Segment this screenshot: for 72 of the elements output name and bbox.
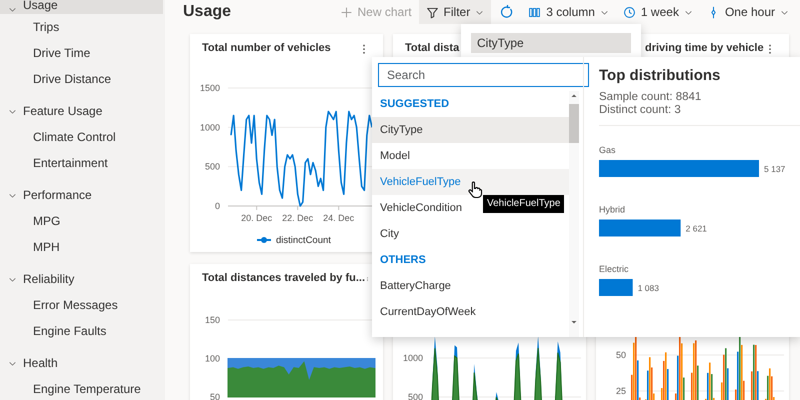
field-list-item[interactable]: BatteryCharge <box>372 273 451 299</box>
value-label: 1 083 <box>638 283 660 293</box>
filter-button[interactable]: Filter <box>418 0 492 24</box>
nav-group[interactable]: Reliability <box>0 266 163 292</box>
nav-group[interactable]: Performance <box>0 182 163 208</box>
field-name-tooltip: VehicleFuelType <box>483 195 564 213</box>
page-title: Usage <box>183 2 232 22</box>
axis-label: 50 <box>210 392 220 400</box>
field-list-item[interactable]: VehicleFuelType <box>372 169 569 195</box>
axis-label: 1500 <box>200 83 220 93</box>
scrollbar-thumb[interactable] <box>569 104 579 143</box>
dropdown-item[interactable]: CityType <box>471 33 631 53</box>
pointer-cursor-icon <box>466 181 483 198</box>
nav-item[interactable]: Climate Control <box>0 124 163 150</box>
nav-item[interactable]: Engine Faults <box>0 318 163 344</box>
category-label: Electric <box>599 264 629 274</box>
nav-item[interactable]: MPH <box>0 234 163 260</box>
field-list-item[interactable]: CityType <box>372 117 569 143</box>
scroll-up-icon <box>570 92 578 100</box>
axis-label: 20. Dec <box>241 213 272 223</box>
category-label: Hybrid <box>599 204 626 214</box>
axis-label: 1000 <box>402 353 423 363</box>
nav-group[interactable]: Feature Usage <box>0 98 163 124</box>
field-list-item[interactable]: CurrentDayOfWeek <box>372 299 476 325</box>
chart-title: driving time by vehicle <box>645 41 764 56</box>
field-list-item[interactable]: City <box>372 221 399 247</box>
axis-label: 25 <box>616 386 626 396</box>
axis-label: 50 <box>616 350 626 360</box>
axis-label: 100 <box>204 354 220 364</box>
section-header: OTHERS <box>379 252 427 268</box>
axis-label: 0 <box>214 201 220 211</box>
chart-title: Total distances traveled by fu... <box>202 271 366 286</box>
refresh-icon <box>498 4 514 20</box>
legend-label: distinctCount <box>276 235 331 246</box>
value-label: 5 137 <box>764 164 786 174</box>
nav-item[interactable]: Engine Temperature <box>0 376 163 400</box>
nav-item[interactable]: Entertainment <box>0 150 163 176</box>
legend-marker-icon <box>257 237 271 243</box>
category-label: Gas <box>599 145 616 155</box>
field-list-item[interactable]: VehicleCondition <box>372 195 462 221</box>
nav-item[interactable]: Drive Distance <box>0 66 163 92</box>
columns-icon <box>528 6 542 18</box>
bar <box>599 279 633 296</box>
plus-icon <box>340 6 353 18</box>
scroll-down-icon <box>570 318 578 326</box>
axis-label: 500 <box>408 392 423 400</box>
nav-item[interactable]: Drive Time <box>0 40 163 66</box>
sample-count: Sample count: 8841 <box>599 91 702 104</box>
chart-title: Total number of vehicles <box>202 41 331 56</box>
distinct-count: Distinct count: 3 <box>599 104 682 117</box>
panel-title: Top distributions <box>599 67 722 85</box>
nav-group[interactable]: Usage <box>0 0 163 14</box>
nav-group[interactable]: Health <box>0 350 163 376</box>
section-header: SUGGESTED <box>379 96 450 112</box>
axis-label: 1000 <box>200 122 220 132</box>
chart-title: Total dista <box>405 41 460 56</box>
time-range-button[interactable]: 1 week <box>616 0 700 24</box>
scrollbar[interactable] <box>569 91 579 337</box>
value-label: 2 621 <box>686 224 707 234</box>
search-field[interactable]: Search <box>378 63 589 87</box>
axis-label: 150 <box>204 315 220 325</box>
nav-item[interactable]: Error Messages <box>0 292 163 318</box>
filter-icon <box>426 6 439 18</box>
column-layout-button[interactable]: 3 column <box>521 0 616 24</box>
field-list-item[interactable]: Model <box>372 143 410 169</box>
axis-label: 500 <box>204 162 220 172</box>
nav-item[interactable]: MPG <box>0 208 163 234</box>
axis-label: 22. Dec <box>282 213 314 223</box>
nav-item[interactable]: Trips <box>0 14 163 40</box>
clock-icon <box>622 6 636 18</box>
interval-button[interactable]: One hour <box>700 0 796 24</box>
axis-label: 24. Dec <box>323 213 354 223</box>
